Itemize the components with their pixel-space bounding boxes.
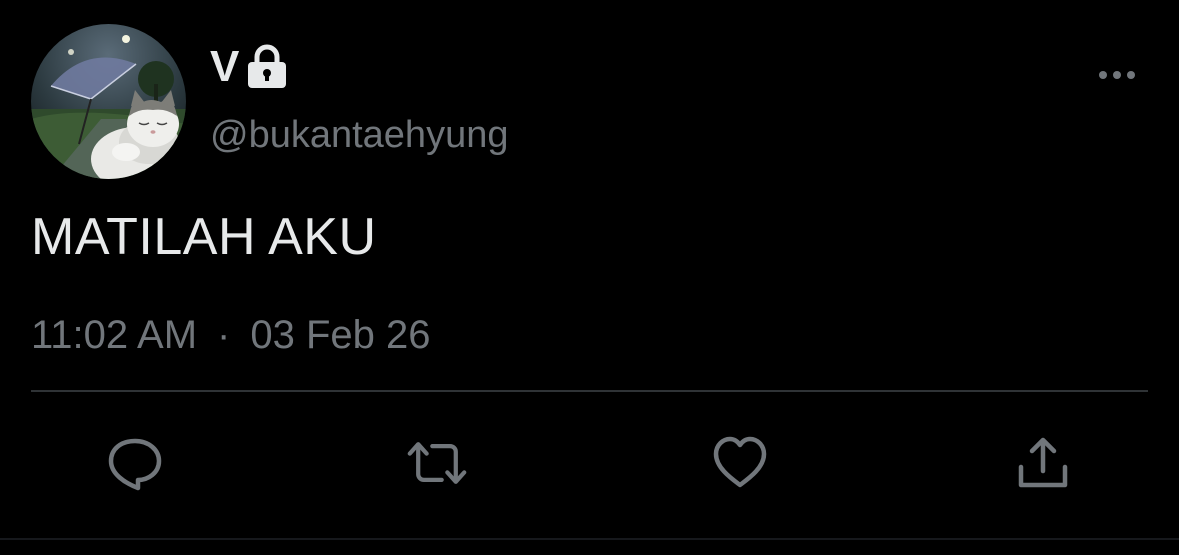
share-button[interactable] [1012,432,1074,494]
divider [31,390,1148,392]
reply-button[interactable] [104,432,166,494]
lock-icon [247,44,286,88]
retweet-icon [407,442,467,484]
share-icon [1018,437,1068,488]
display-name-row: V [210,42,288,92]
avatar-image [31,24,186,179]
bottom-divider [0,538,1179,540]
tweet-meta: 11:02 AM · 03 Feb 26 [31,310,431,360]
action-bar [0,432,1179,492]
meta-separator: · [217,313,231,357]
tweet-date[interactable]: 03 Feb 26 [250,310,430,360]
reply-icon [108,438,162,491]
heart-icon [713,436,767,488]
tweet-time[interactable]: 11:02 AM [31,310,197,360]
user-handle[interactable]: @bukantaehyung [210,112,508,158]
avatar[interactable] [31,24,186,179]
retweet-button[interactable] [406,432,468,494]
display-name[interactable]: V [210,42,240,92]
like-button[interactable] [709,432,771,494]
tweet-detail: V @bukantaehyung MATILAH AKU 11:02 AM · … [0,0,1179,555]
tweet-text: MATILAH AKU [31,208,377,266]
more-icon[interactable] [1093,60,1141,90]
